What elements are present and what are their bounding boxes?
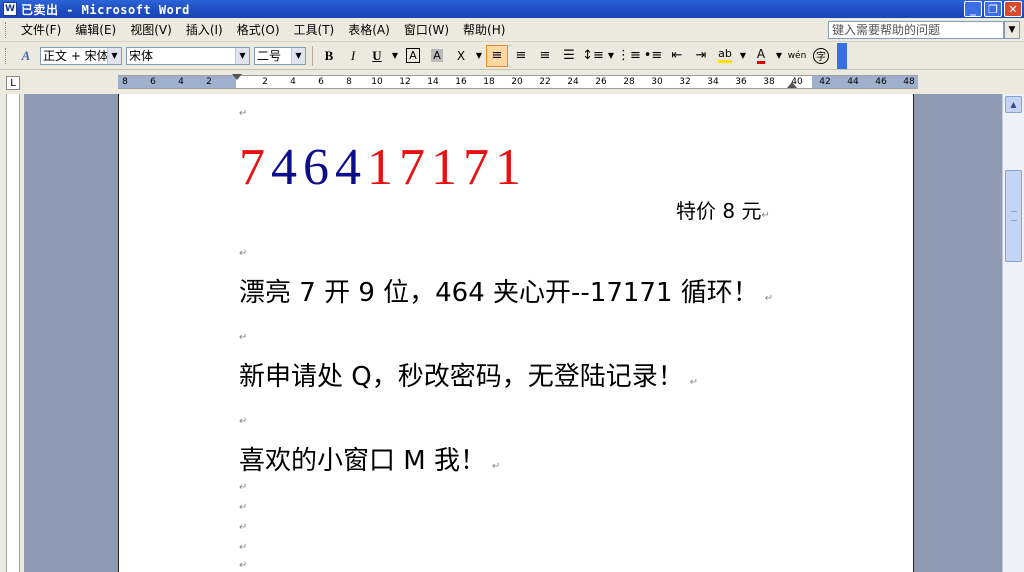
spacing-dropdown-icon[interactable]: ▼ xyxy=(606,45,616,67)
paragraph-mark: ↵ xyxy=(761,210,770,221)
menu-tools[interactable]: 工具(T) xyxy=(287,21,342,38)
style-value: 正文 + 宋体 xyxy=(43,49,109,63)
restore-button[interactable]: ❐ xyxy=(984,1,1002,17)
menu-grip[interactable] xyxy=(5,21,8,38)
font-color-dropdown-icon[interactable]: ▼ xyxy=(774,45,784,67)
styles-pane-icon[interactable]: A xyxy=(15,45,37,67)
text-line-1: 漂亮 7 开 9 位，464 夹心开--17171 循环！ ↵ xyxy=(239,278,774,308)
menu-format[interactable]: 格式(O) xyxy=(230,21,287,38)
menu-table[interactable]: 表格(A) xyxy=(341,21,397,38)
close-button[interactable]: ✕ xyxy=(1004,1,1022,17)
char-shading-icon[interactable]: A xyxy=(426,45,448,67)
digit: 4 xyxy=(335,139,367,196)
align-left-icon[interactable]: ≡ xyxy=(486,44,508,67)
paragraph-mark: ↵ xyxy=(239,332,248,343)
digit: 7 xyxy=(239,139,271,196)
chevron-down-icon[interactable]: ▼ xyxy=(291,47,305,64)
chevron-down-icon[interactable]: ▼ xyxy=(107,47,121,64)
title-bar: W 已卖出 - Microsoft Word _ ❐ ✕ xyxy=(0,0,1024,18)
chevron-down-icon[interactable]: ▼ xyxy=(235,47,249,64)
font-select[interactable]: 宋体 ▼ xyxy=(126,46,250,65)
enclose-char-icon[interactable]: 字 xyxy=(810,45,832,67)
paragraph-mark: ↵ xyxy=(239,108,248,119)
digit: 7 xyxy=(399,139,431,196)
highlight-icon[interactable]: ab xyxy=(714,45,736,67)
highlight-dropdown-icon[interactable]: ▼ xyxy=(738,45,748,67)
menu-file[interactable]: 文件(F) xyxy=(14,21,68,38)
menu-view[interactable]: 视图(V) xyxy=(123,21,179,38)
align-center-icon[interactable]: ≡ xyxy=(510,45,532,67)
menu-edit[interactable]: 编辑(E) xyxy=(68,21,123,38)
left-strip xyxy=(0,94,24,572)
menu-help[interactable]: 帮助(H) xyxy=(456,21,512,38)
font-value: 宋体 xyxy=(129,49,154,63)
vertical-ruler[interactable] xyxy=(6,94,20,572)
paragraph-mark: ↵ xyxy=(239,522,248,533)
toolbar-grip[interactable] xyxy=(5,47,8,64)
font-color-icon[interactable]: A xyxy=(750,45,772,67)
char-border-icon[interactable]: A xyxy=(402,45,424,67)
style-select[interactable]: 正文 + 宋体 ▼ xyxy=(40,46,122,65)
separator xyxy=(312,45,313,66)
paragraph-mark: ↵ xyxy=(239,560,248,571)
digit: 1 xyxy=(495,139,527,196)
align-right-icon[interactable]: ≡ xyxy=(534,45,556,67)
document-page[interactable]: ↵ 746417171 特价 8 元↵ ↵ 漂亮 7 开 9 位，464 夹心开… xyxy=(118,94,914,572)
align-justify-icon[interactable]: ☰ xyxy=(558,45,580,67)
digit: 1 xyxy=(367,139,399,196)
scrollbar-thumb[interactable] xyxy=(1005,170,1022,262)
help-search-input[interactable]: 键入需要帮助的问题 xyxy=(828,21,1004,39)
window-title: 已卖出 - Microsoft Word xyxy=(21,2,190,17)
menu-insert[interactable]: 插入(I) xyxy=(179,21,230,38)
digit: 4 xyxy=(271,139,303,196)
increase-indent-icon[interactable]: ⇥ xyxy=(690,45,712,67)
formatting-toolbar: A 正文 + 宋体 ▼ 宋体 ▼ 二号 ▼ B I U ▼ A A Ⅹ ▼ ≡ … xyxy=(0,42,1024,70)
text-line-3: 喜欢的小窗口 M 我！ ↵ xyxy=(239,446,501,476)
big-number: 746417171 xyxy=(239,138,527,198)
horizontal-ruler[interactable]: 8 6 4 2 2 4 6 8 10 12 14 16 18 20 22 24 … xyxy=(118,74,918,89)
bullet-list-icon[interactable]: •≡ xyxy=(642,45,664,67)
menu-bar: 文件(F) 编辑(E) 视图(V) 插入(I) 格式(O) 工具(T) 表格(A… xyxy=(0,18,1024,42)
text-line-2: 新申请处 Q，秒改密码，无登陆记录！ ↵ xyxy=(239,362,699,392)
scroll-up-icon[interactable]: ▲ xyxy=(1005,96,1022,113)
phonetic-guide-icon[interactable]: wén xyxy=(786,45,808,67)
right-indent-marker-icon[interactable] xyxy=(787,82,797,88)
font-size-value: 二号 xyxy=(257,49,282,63)
toolbar-options-button[interactable] xyxy=(837,42,847,69)
bold-icon[interactable]: B xyxy=(318,45,340,67)
word-app-icon[interactable]: W xyxy=(3,2,17,16)
minimize-button[interactable]: _ xyxy=(964,1,982,17)
tab-selector-icon[interactable]: L xyxy=(6,76,20,90)
menu-window[interactable]: 窗口(W) xyxy=(397,21,456,38)
help-dropdown-icon[interactable]: ▼ xyxy=(1004,21,1020,39)
paragraph-mark: ↵ xyxy=(239,502,248,513)
digit: 7 xyxy=(463,139,495,196)
italic-icon[interactable]: I xyxy=(342,45,364,67)
digit: 6 xyxy=(303,139,335,196)
font-size-select[interactable]: 二号 ▼ xyxy=(254,46,306,65)
digit: 1 xyxy=(431,139,463,196)
char-scale-icon[interactable]: Ⅹ xyxy=(450,45,472,67)
paragraph-mark: ↵ xyxy=(239,248,248,259)
underline-dropdown-icon[interactable]: ▼ xyxy=(390,45,400,67)
price-text: 特价 8 元↵ xyxy=(676,199,770,223)
scale-dropdown-icon[interactable]: ▼ xyxy=(474,45,484,67)
decrease-indent-icon[interactable]: ⇤ xyxy=(666,45,688,67)
paragraph-mark: ↵ xyxy=(239,482,248,493)
vertical-scrollbar[interactable]: ▲ xyxy=(1002,94,1024,572)
paragraph-mark: ↵ xyxy=(239,416,248,427)
paragraph-mark: ↵ xyxy=(239,542,248,553)
underline-icon[interactable]: U xyxy=(366,45,388,67)
indent-marker-icon[interactable] xyxy=(232,74,242,80)
numbered-list-icon[interactable]: ⋮≡ xyxy=(617,45,641,67)
line-spacing-icon[interactable]: ↕≡ xyxy=(582,45,604,67)
